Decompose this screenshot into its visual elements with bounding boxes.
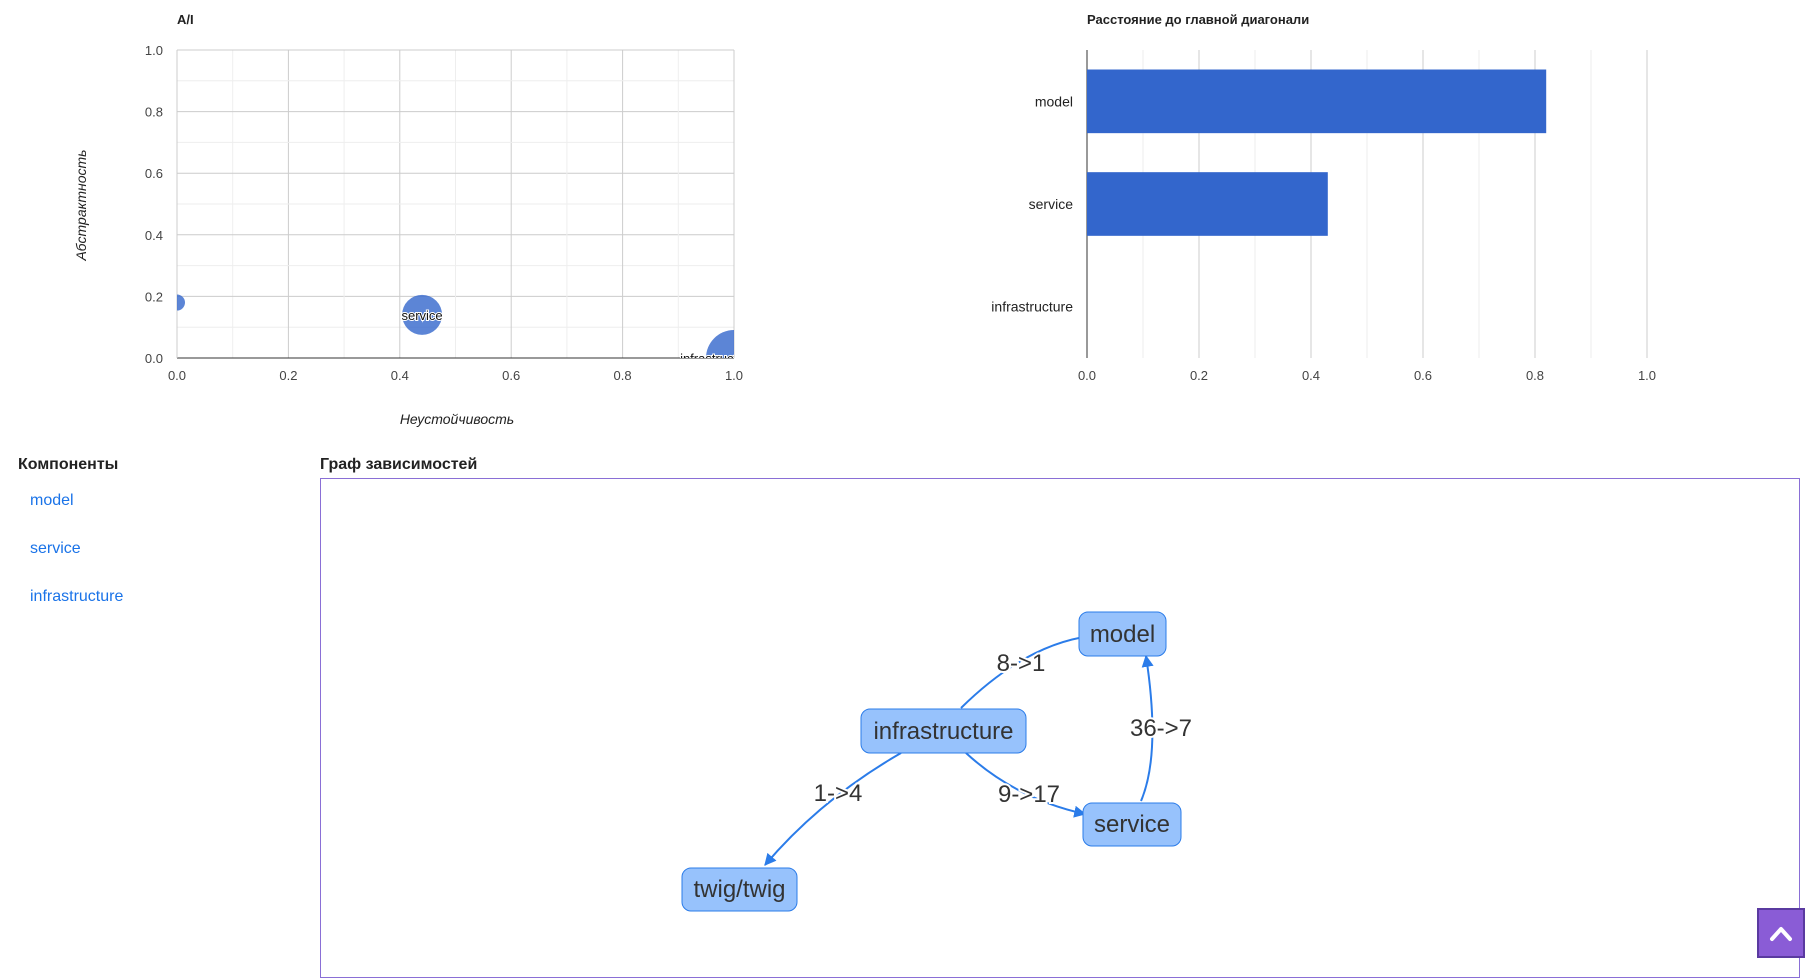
chevron-up-icon (1770, 927, 1792, 941)
ai-scatter-chart: A/I 0.0 0.2 0.4 0.6 0.8 1.0 0.0 0.2 0.4 0.6 0.8 1.0… (73, 12, 743, 427)
x-tick-label: 0.4 (391, 368, 409, 383)
ai-points: serviceinfrastructure (177, 294, 734, 358)
y-tick-label: 1.0 (145, 43, 163, 58)
ai-ylabel: Абстрактность (73, 149, 89, 261)
graph-title: Граф зависимостей (320, 456, 478, 473)
y-tick-label: 0.0 (145, 351, 163, 366)
x-tick-label: 1.0 (1638, 368, 1656, 383)
bar (1087, 172, 1328, 236)
edge-infrastructure-twig[interactable] (764, 752, 902, 866)
category-label: model (1035, 93, 1073, 109)
ai-grid (176, 49, 735, 359)
list-item: model (30, 492, 123, 540)
graph-canvas[interactable]: 8->1 36->7 1->4 9->17 model infrastructu… (321, 479, 1799, 977)
distance-chart-title: Расстояние до главной диагонали (1087, 12, 1309, 27)
scatter-point (177, 294, 185, 311)
components-title: Компоненты (18, 456, 119, 473)
graph-node-twig-twig[interactable]: twig/twig (681, 867, 798, 912)
x-tick-label: 0.0 (168, 368, 186, 383)
category-label: service (1029, 196, 1074, 212)
distance-bars (1087, 69, 1547, 236)
component-link-model[interactable]: model (30, 492, 74, 509)
edge-label: 8->1 (997, 650, 1046, 677)
x-tick-label: 0.8 (1526, 368, 1544, 383)
node-label: twig/twig (693, 876, 785, 903)
x-tick-label: 0.0 (1078, 368, 1096, 383)
x-tick-label: 0.2 (1190, 368, 1208, 383)
y-tick-label: 0.2 (145, 289, 163, 304)
x-tick-label: 0.4 (1302, 368, 1320, 383)
edge-label: 36->7 (1130, 715, 1192, 742)
node-label: infrastructure (873, 718, 1013, 745)
point-label: service (401, 308, 442, 323)
node-label: model (1090, 621, 1155, 648)
scroll-top-button[interactable] (1757, 908, 1805, 958)
component-link-infrastructure[interactable]: infrastructure (30, 588, 123, 605)
list-item: infrastructure (30, 588, 123, 636)
edge-label: 1->4 (814, 780, 863, 807)
node-label: service (1094, 811, 1170, 838)
dependency-graph[interactable]: 8->1 36->7 1->4 9->17 model infrastructu… (320, 478, 1800, 978)
y-tick-label: 0.6 (145, 166, 163, 181)
edge-label: 9->17 (998, 781, 1060, 808)
bar (1087, 69, 1547, 134)
category-label: infrastructure (991, 299, 1073, 315)
x-tick-label: 0.8 (614, 368, 632, 383)
list-item: service (30, 540, 123, 588)
ai-xlabel: Неустойчивость (400, 411, 514, 427)
component-list: model service infrastructure (30, 492, 123, 636)
distance-bar-chart: Расстояние до главной диагонали model ser… (991, 12, 1656, 383)
distance-ticks: model service infrastructure 0.0 0.2 0.4 0.6 0.… (991, 93, 1656, 383)
x-tick-label: 0.2 (279, 368, 297, 383)
ai-chart-title: A/I (177, 12, 194, 27)
y-tick-label: 0.4 (145, 228, 163, 243)
graph-node-infrastructure[interactable]: infrastructure (860, 708, 1027, 754)
x-tick-label: 1.0 (725, 368, 743, 383)
graph-node-model[interactable]: model (1078, 611, 1167, 657)
x-tick-label: 0.6 (502, 368, 520, 383)
x-tick-label: 0.6 (1414, 368, 1432, 383)
ai-ticks: 0.0 0.2 0.4 0.6 0.8 1.0 0.0 0.2 0.4 0.6 0.8 1.0 (145, 43, 743, 383)
y-tick-label: 0.8 (145, 105, 163, 120)
component-link-service[interactable]: service (30, 540, 81, 557)
graph-node-service[interactable]: service (1082, 802, 1182, 847)
